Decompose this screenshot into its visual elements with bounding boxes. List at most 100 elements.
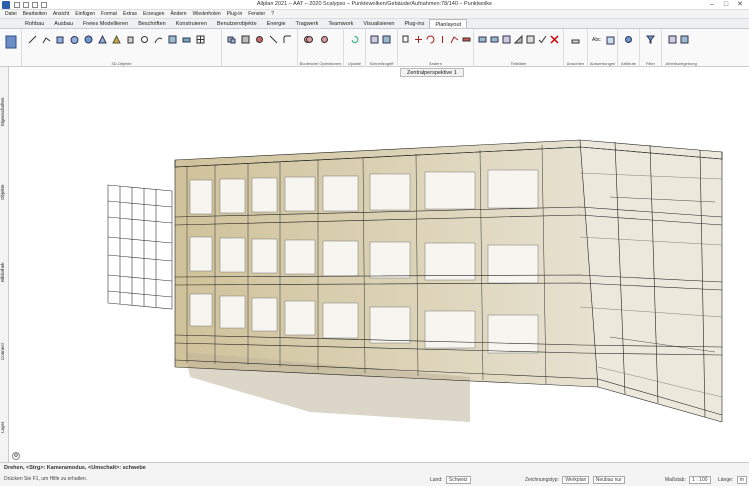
sphere-icon[interactable] (84, 35, 93, 44)
side-tab-connect[interactable]: Connect (0, 317, 9, 387)
tab-freies-modellieren[interactable]: Freies Modellieren (78, 19, 133, 28)
zeichnungstyp-value[interactable]: Werkplan (562, 476, 590, 484)
tab-teamwork[interactable]: Teamwork (323, 19, 358, 28)
side-tab-layer[interactable]: Layer (0, 397, 9, 457)
viewport-canvas[interactable] (10, 77, 749, 462)
pyramid-icon[interactable] (112, 35, 121, 44)
line-3d-icon[interactable] (28, 35, 37, 44)
close-button[interactable]: ✕ (733, 0, 747, 10)
intersect-icon[interactable] (255, 35, 264, 44)
ribbon-group-auswertungen: Abc Auswertungen (588, 29, 618, 67)
box-icon[interactable] (56, 35, 65, 44)
tab-benutzerobjekte[interactable]: Benutzerobjekte (212, 19, 262, 28)
text-abc-icon[interactable]: Abc (592, 37, 601, 43)
menu-einfuegen[interactable]: Einfügen (72, 10, 98, 18)
mesh-icon[interactable] (196, 35, 205, 44)
union-icon[interactable] (227, 35, 236, 44)
layer-2-icon[interactable] (490, 35, 499, 44)
polyline-3d-icon[interactable] (42, 35, 51, 44)
tab-tragwerk[interactable]: Tragwerk (291, 19, 324, 28)
loft-icon[interactable] (168, 35, 177, 44)
modify-points-icon[interactable] (450, 35, 459, 44)
laenge-label: Länge: (718, 477, 734, 483)
menu-ansicht[interactable]: Ansicht (50, 10, 72, 18)
minimize-button[interactable]: – (705, 0, 719, 10)
side-tab-objekte[interactable]: Objekte (0, 157, 9, 227)
tab-rohbau[interactable]: Rohbau (20, 19, 49, 28)
ribbon-group-boolesche: Boolesche Operationen (298, 29, 344, 67)
menu-format[interactable]: Format (98, 10, 120, 18)
resource-icon[interactable] (526, 35, 535, 44)
surface-icon[interactable] (182, 35, 191, 44)
tab-energie[interactable]: Energie (262, 19, 291, 28)
ribbon-group-ansichten: Ansichten (564, 29, 588, 67)
side-tab-bibliothek[interactable]: Bibliothek (0, 237, 9, 307)
menu-bearbeiten[interactable]: Bearbeiten (20, 10, 50, 18)
menu-help[interactable]: ? (268, 10, 277, 18)
cone-icon[interactable] (98, 35, 107, 44)
panel-icon[interactable] (5, 35, 17, 49)
land-value[interactable]: Schweiz (445, 476, 471, 484)
side-tab-eigenschaften[interactable]: Eigenschaften (0, 77, 9, 147)
update-icon[interactable] (350, 35, 359, 44)
menu-wiederholen[interactable]: Wiederholen (190, 10, 224, 18)
tab-planlayout[interactable]: Planlayout (429, 19, 468, 28)
workspace-icon[interactable] (668, 35, 677, 44)
layer-icon[interactable] (478, 35, 487, 44)
menu-plugin[interactable]: Plug-in (224, 10, 246, 18)
status-massstab: Maßstab: 1 : 100 (665, 476, 711, 484)
view-icon[interactable] (571, 37, 580, 46)
stretch-icon[interactable] (462, 35, 471, 44)
filter-icon[interactable] (646, 35, 655, 44)
ribbon-group-attribute: Attribute (618, 29, 640, 67)
group-label-ansichten: Ansichten (566, 61, 585, 66)
rotate-icon[interactable] (426, 35, 435, 44)
tab-plugins[interactable]: Plug-ins (399, 19, 429, 28)
extrude-icon[interactable] (126, 35, 135, 44)
tab-ausbau[interactable]: Ausbau (49, 19, 78, 28)
quick-access-2-icon[interactable] (382, 35, 391, 44)
menu-datei[interactable]: Datei (2, 10, 20, 18)
menu-aendern[interactable]: Ändern (167, 10, 189, 18)
tab-visualisieren[interactable]: Visualisieren (358, 19, 399, 28)
ribbon-group-arbeitsumgebung: Arbeitsumgebung (662, 29, 700, 67)
boolean-subtract-icon[interactable] (320, 35, 329, 44)
quick-access-icon[interactable] (370, 35, 379, 44)
menu-fenster[interactable]: Fenster (245, 10, 268, 18)
check-icon[interactable] (538, 35, 547, 44)
cylinder-icon[interactable] (70, 35, 79, 44)
tab-konstruieren[interactable]: Konstruieren (171, 19, 212, 28)
triangle-icon[interactable] (514, 35, 523, 44)
menu-extras[interactable]: Extras (120, 10, 140, 18)
group-label-3d-objekte: 3D-Objekte (111, 61, 132, 66)
bauwerk-value[interactable]: Neubau nur (592, 476, 625, 484)
boolean-union-icon[interactable] (304, 35, 313, 44)
rotate-body-icon[interactable] (140, 35, 149, 44)
split-icon[interactable] (269, 35, 278, 44)
ribbon-tabs: Rohbau Ausbau Freies Modellieren Beschri… (0, 19, 749, 29)
massstab-value[interactable]: 1 : 100 (689, 476, 711, 484)
subtract-icon[interactable] (241, 35, 250, 44)
view-tab-zentralperspektive[interactable]: Zentralperspektive 1 (400, 68, 464, 77)
attribute-icon[interactable] (624, 35, 633, 44)
laenge-value[interactable]: m (736, 476, 747, 484)
status-hint-primary: Drehen, <Strg>: Kameramodus, <Umschalt>:… (4, 465, 146, 471)
status-land: Land: Schweiz (430, 476, 471, 484)
group-label-boolesche: Boolesche Operationen (299, 61, 342, 66)
fileset-icon[interactable] (502, 35, 511, 44)
sweep-icon[interactable] (154, 35, 163, 44)
delete-icon[interactable] (550, 35, 559, 44)
workspace-2-icon[interactable] (680, 35, 689, 44)
fillet-icon[interactable] (283, 35, 292, 44)
maximize-button[interactable]: □ (719, 0, 733, 10)
mirror-icon[interactable] (438, 35, 447, 44)
menu-erzeugen[interactable]: Erzeugen (140, 10, 167, 18)
ribbon-group-aendern: Ändern (398, 29, 474, 67)
ribbon: 3D-Objekte Boolesche Operationen Update … (0, 29, 749, 67)
report-icon[interactable] (606, 36, 615, 45)
move-icon[interactable] (414, 35, 423, 44)
settings-gear-icon[interactable]: ⚙ (12, 452, 20, 460)
copy-icon[interactable] (402, 35, 411, 44)
status-bar: Drehen, <Strg>: Kameramodus, <Umschalt>:… (0, 462, 749, 486)
tab-beschriften[interactable]: Beschriften (133, 19, 171, 28)
